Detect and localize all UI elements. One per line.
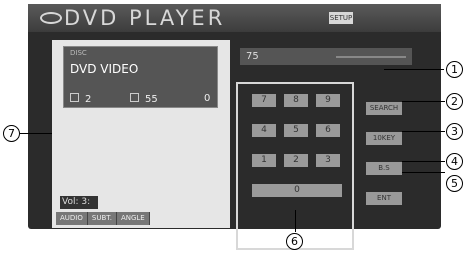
subtitle-button[interactable]: SUBT. (87, 212, 117, 225)
10key-button[interactable]: 10KEY (366, 132, 402, 145)
callout-3: 3 (446, 123, 463, 140)
callout-line-7 (20, 133, 52, 134)
key-5[interactable]: 5 (284, 124, 308, 137)
callout-4: 4 (446, 153, 463, 170)
callout-line-5 (402, 172, 445, 173)
search-button[interactable]: SEARCH (366, 102, 402, 115)
key-3[interactable]: 3 (316, 154, 340, 167)
callout-line-3 (402, 131, 445, 132)
disc-info-panel: DISC DVD VIDEO 2 55 0 (63, 46, 218, 108)
title-number: 2 (70, 93, 91, 105)
volume-indicator: Vol: 3: (60, 196, 98, 209)
callout-6: 6 (286, 233, 303, 250)
key-6[interactable]: 6 (316, 124, 340, 137)
app-title: DVD PLAYER (64, 6, 226, 30)
key-2[interactable]: 2 (284, 154, 308, 167)
chapter-number: 55 (130, 93, 158, 105)
callout-line-6 (295, 210, 296, 232)
angle-button[interactable]: ANGLE (116, 212, 150, 225)
setup-button[interactable]: SETUP (329, 12, 353, 24)
key-9[interactable]: 9 (316, 94, 340, 107)
extra-number: 0 (204, 93, 211, 104)
disc-type: DVD VIDEO (70, 62, 139, 76)
disc-icon (40, 12, 62, 24)
chapter-icon (130, 93, 139, 102)
callout-line-2 (402, 101, 445, 102)
title-bar: DVD PLAYER SETUP (28, 4, 441, 32)
callout-7: 7 (3, 125, 20, 142)
ent-button[interactable]: ENT (366, 192, 402, 205)
callout-1: 1 (446, 61, 463, 78)
disc-label: DISC (70, 49, 87, 57)
source-button-row: AUDIO SUBT. ANGLE (56, 212, 150, 225)
key-0[interactable]: 0 (252, 184, 342, 197)
folder-icon (70, 93, 79, 102)
callout-2: 2 (446, 93, 463, 110)
audio-button[interactable]: AUDIO (56, 212, 88, 225)
key-1[interactable]: 1 (252, 154, 276, 167)
callout-5: 5 (446, 175, 463, 192)
callout-line-4 (402, 161, 445, 162)
key-7[interactable]: 7 (252, 94, 276, 107)
left-info-panel: DISC DVD VIDEO 2 55 0 Vol: 3: AUDIO SUBT… (52, 40, 230, 228)
number-display: 75 (240, 48, 412, 65)
key-8[interactable]: 8 (284, 94, 308, 107)
bs-button[interactable]: B.S (366, 162, 402, 175)
key-4[interactable]: 4 (252, 124, 276, 137)
callout-line-1 (384, 69, 444, 70)
